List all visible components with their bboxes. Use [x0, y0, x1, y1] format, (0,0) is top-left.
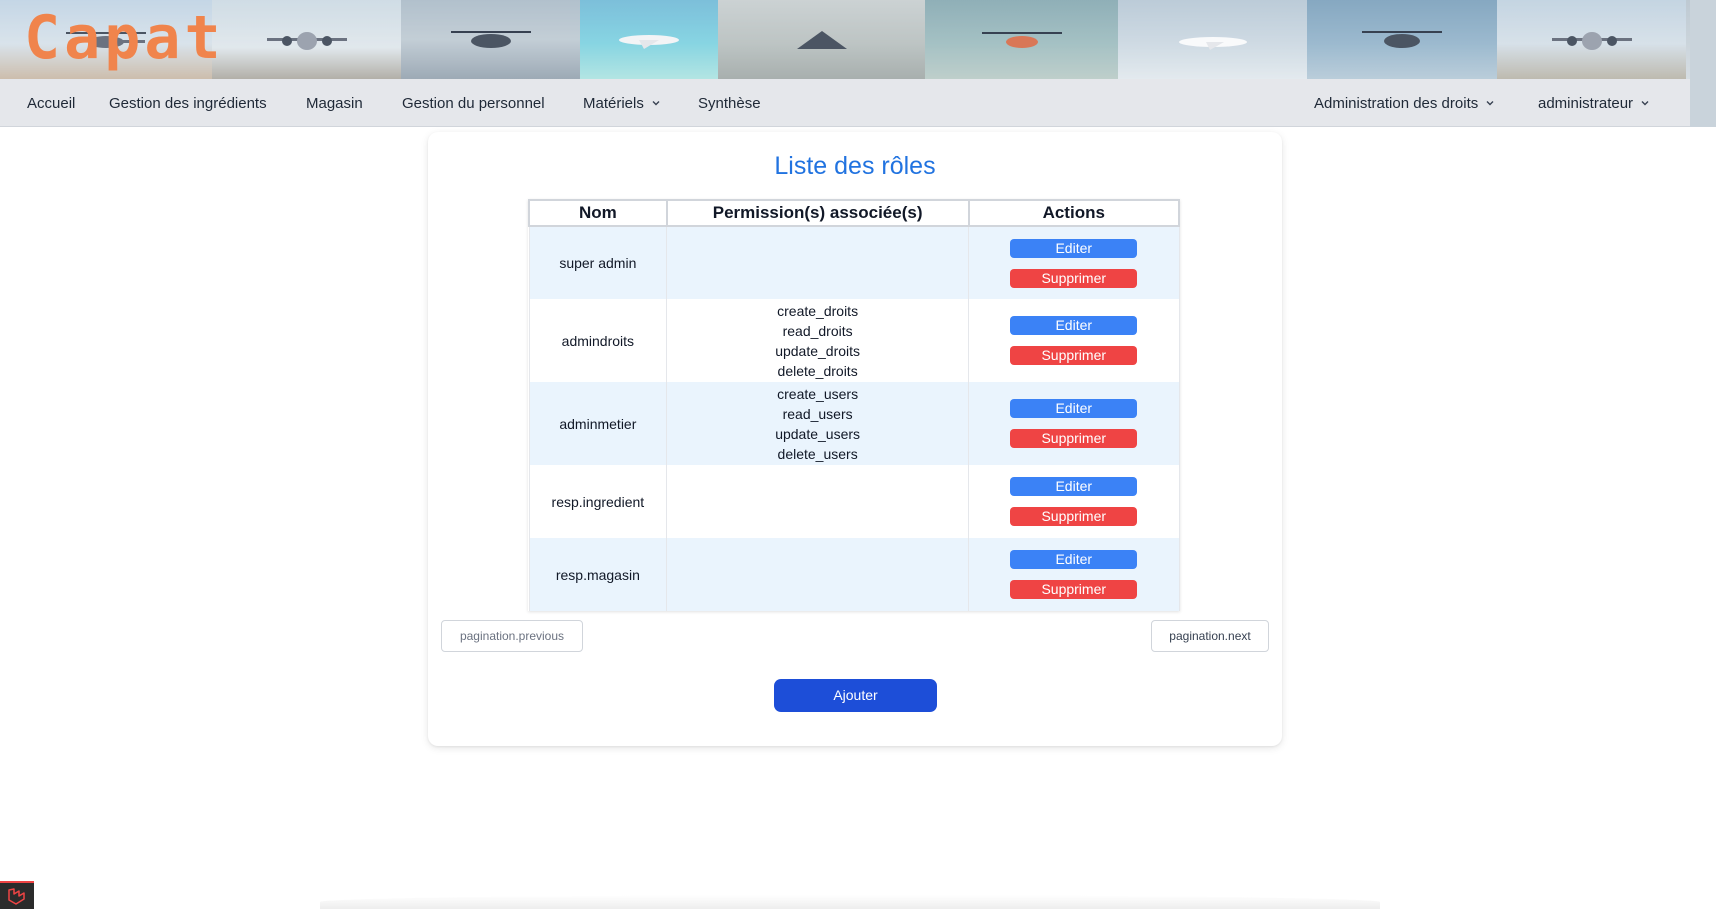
- nav-item-magasin[interactable]: Magasin: [306, 79, 363, 127]
- role-actions: Editer Supprimer: [968, 299, 1180, 382]
- banner-photo-helicopter: [925, 0, 1118, 79]
- nav-item-materiels[interactable]: Matériels: [583, 79, 660, 127]
- permission-item: read_users: [782, 405, 853, 422]
- edit-button[interactable]: Editer: [1010, 550, 1138, 569]
- role-name: adminmetier: [528, 382, 668, 465]
- role-permissions: create_users read_users update_users del…: [666, 382, 970, 465]
- nav-item-synthese[interactable]: Synthèse: [698, 79, 761, 127]
- roles-card: Liste des rôles Nom Permission(s) associ…: [428, 132, 1282, 746]
- nav-item-label: Accueil: [27, 94, 76, 112]
- page-bottom-shadow: [320, 895, 1380, 909]
- plane-icon: [1551, 31, 1632, 50]
- role-permissions: [666, 538, 970, 611]
- nav-item-label: Synthèse: [698, 94, 761, 112]
- chevron-down-icon: [652, 101, 660, 106]
- banner-photo-fighter-jet: [718, 0, 925, 79]
- role-actions: Editer Supprimer: [968, 465, 1180, 538]
- plane-icon: [266, 31, 347, 50]
- edit-button[interactable]: Editer: [1010, 238, 1138, 258]
- nav-item-label: Administration des droits: [1314, 94, 1479, 112]
- pagination-next-button[interactable]: pagination.next: [1151, 620, 1269, 652]
- permission-item: delete_droits: [777, 362, 858, 379]
- nav-item-administration-droits[interactable]: Administration des droits: [1314, 79, 1494, 127]
- column-header-permissions: Permission(s) associée(s): [665, 199, 970, 227]
- nav-item-label: administrateur: [1538, 94, 1634, 112]
- laravel-debug-badge[interactable]: [0, 881, 34, 909]
- edit-button[interactable]: Editer: [1010, 477, 1138, 496]
- nav-item-accueil[interactable]: Accueil: [27, 79, 75, 127]
- app-logo[interactable]: Capat: [24, 2, 225, 74]
- helicopter-icon: [450, 30, 531, 48]
- edit-button[interactable]: Editer: [1010, 399, 1138, 418]
- chevron-down-icon: [1641, 101, 1649, 106]
- table-row: super admin Editer Supprimer: [528, 226, 1180, 299]
- role-name: resp.ingredient: [528, 465, 668, 538]
- pagination-previous-button[interactable]: pagination.previous: [441, 620, 583, 652]
- permission-item: delete_users: [777, 445, 858, 462]
- chevron-down-icon: [1486, 101, 1494, 106]
- permission-item: update_users: [775, 425, 861, 442]
- header-banner: [0, 0, 1716, 79]
- banner-photo-patrol-plane: [212, 0, 401, 79]
- window-edge: [1690, 0, 1716, 127]
- role-name: super admin: [528, 226, 668, 299]
- edit-button[interactable]: Editer: [1010, 316, 1138, 335]
- permission-item: create_droits: [777, 302, 859, 319]
- jet-icon: [619, 34, 679, 49]
- role-permissions: create_droits read_droits update_droits …: [666, 299, 970, 382]
- table-row: admindroits create_droits read_droits up…: [528, 299, 1180, 382]
- table-row: resp.magasin Editer Supprimer: [528, 538, 1180, 611]
- nav-item-gestion-ingredients[interactable]: Gestion des ingrédients: [109, 79, 267, 127]
- add-role-button[interactable]: Ajouter: [774, 679, 937, 712]
- roles-table: Nom Permission(s) associée(s) Actions su…: [528, 199, 1181, 611]
- page-title: Liste des rôles: [774, 152, 936, 180]
- fighter-jet-icon: [796, 30, 847, 49]
- nav-item-label: Gestion des ingrédients: [109, 94, 267, 112]
- nav-item-gestion-personnel[interactable]: Gestion du personnel: [402, 79, 545, 127]
- permission-item: update_droits: [775, 342, 861, 359]
- delete-button[interactable]: Supprimer: [1010, 580, 1138, 599]
- delete-button[interactable]: Supprimer: [1010, 507, 1138, 526]
- banner-photo-helicopter: [401, 0, 580, 79]
- main-navbar: Accueil Gestion des ingrédients Magasin …: [0, 79, 1716, 127]
- column-header-name: Nom: [528, 199, 668, 227]
- role-permissions: [666, 465, 970, 538]
- role-actions: Editer Supprimer: [968, 538, 1180, 611]
- role-name: resp.magasin: [528, 538, 668, 611]
- delete-button[interactable]: Supprimer: [1010, 346, 1138, 365]
- delete-button[interactable]: Supprimer: [1010, 268, 1138, 288]
- role-name: admindroits: [528, 299, 668, 382]
- permission-item: create_users: [777, 385, 859, 402]
- nav-item-user-menu[interactable]: administrateur: [1538, 79, 1649, 127]
- nav-item-label: Matériels: [583, 94, 644, 112]
- helicopter-icon: [981, 31, 1062, 48]
- helicopter-icon: [1362, 30, 1442, 48]
- banner-photo-helicopter: [1307, 0, 1497, 79]
- permission-item: read_droits: [782, 322, 853, 339]
- table-row: resp.ingredient Editer Supprimer: [528, 465, 1180, 538]
- role-actions: Editer Supprimer: [968, 382, 1180, 465]
- role-permissions: [666, 226, 970, 299]
- role-actions: Editer Supprimer: [968, 226, 1180, 299]
- table-header-row: Nom Permission(s) associée(s) Actions: [528, 199, 1181, 227]
- banner-photo-business-jet: [580, 0, 718, 79]
- laravel-icon: [8, 888, 25, 905]
- banner-photo-patrol-plane: [1497, 0, 1686, 79]
- nav-item-label: Gestion du personnel: [402, 94, 545, 112]
- banner-photo-business-jet: [1118, 0, 1307, 79]
- jet-icon: [1178, 36, 1247, 50]
- table-row: adminmetier create_users read_users upda…: [528, 382, 1180, 465]
- column-header-actions: Actions: [967, 199, 1181, 227]
- nav-item-label: Magasin: [306, 94, 363, 112]
- delete-button[interactable]: Supprimer: [1010, 429, 1138, 448]
